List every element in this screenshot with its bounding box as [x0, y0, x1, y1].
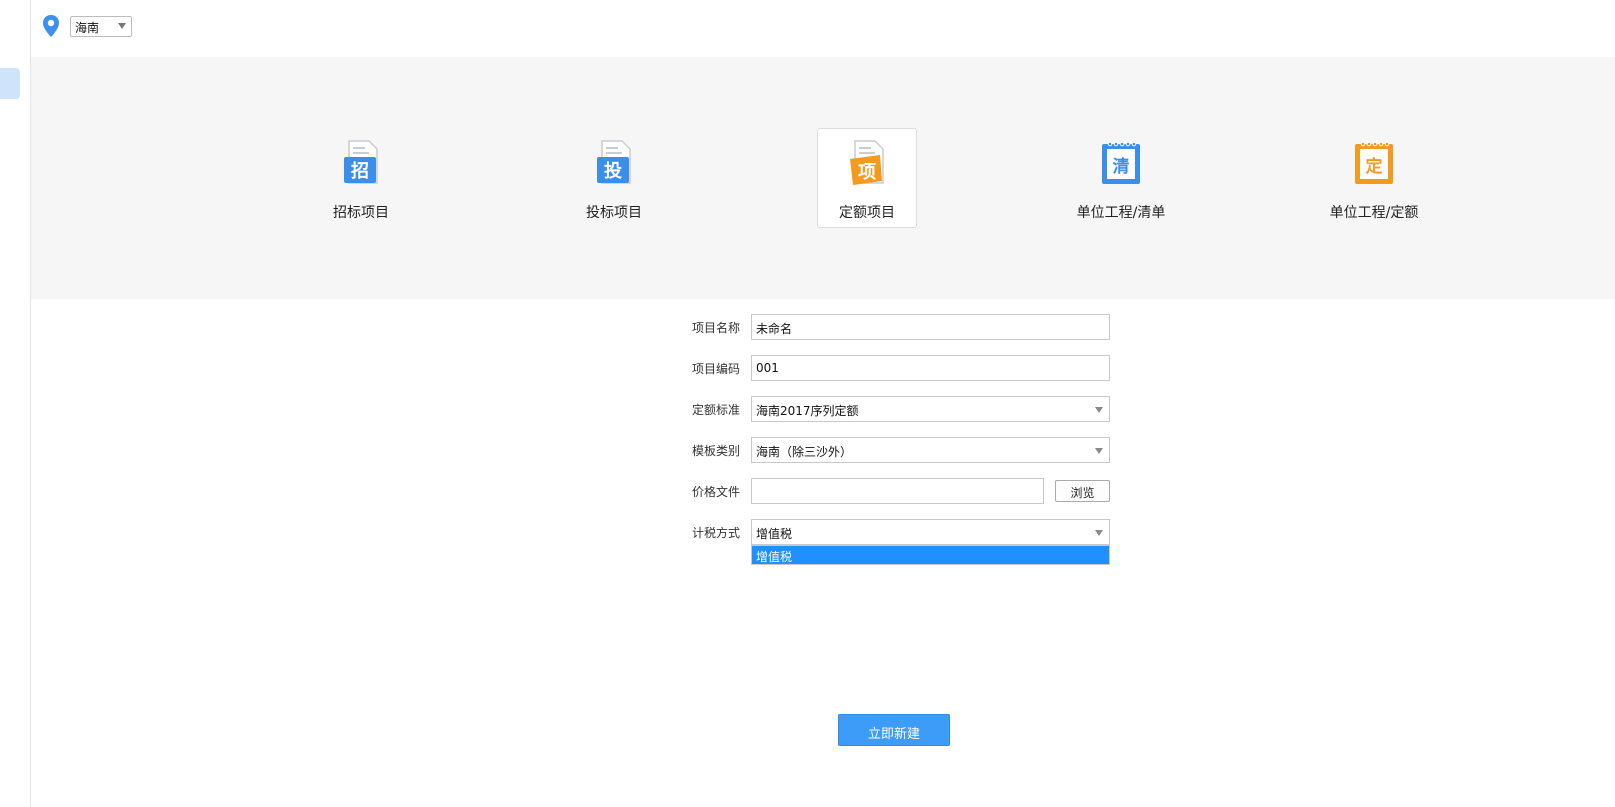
document-icon: 项: [850, 140, 884, 185]
rail-tab-active[interactable]: [0, 68, 20, 99]
type-card-label: 单位工程/定额: [1329, 205, 1419, 221]
template-category-row: 模板类别 海南（除三沙外）: [680, 437, 1110, 463]
left-rail: [0, 0, 31, 807]
price-file-label: 价格文件: [691, 485, 740, 499]
template-category-value: 海南（除三沙外）: [756, 445, 853, 459]
type-icon-glyph: 招: [351, 160, 369, 182]
quota-standard-label: 定额标准: [691, 403, 740, 417]
type-card-quota[interactable]: 项 定额项目: [817, 128, 917, 228]
price-file-input[interactable]: [751, 478, 1044, 504]
project-code-input[interactable]: 001: [751, 355, 1110, 381]
region-select-value: 海南: [75, 21, 100, 35]
template-category-label: 模板类别: [691, 444, 740, 458]
quota-standard-select[interactable]: 海南2017序列定额: [751, 396, 1110, 422]
chevron-down-icon: [118, 23, 126, 29]
project-name-label: 项目名称: [691, 321, 740, 335]
chevron-down-icon: [1095, 530, 1103, 536]
notebook-icon: 定: [1355, 141, 1393, 184]
type-card-unit-list[interactable]: 清 单位工程/清单: [1071, 128, 1171, 228]
project-code-row: 项目编码 001: [680, 355, 1110, 381]
type-card-label: 招标项目: [333, 205, 389, 221]
type-card-bid[interactable]: 投 投标项目: [564, 128, 664, 228]
top-bar: 海南: [31, 0, 1615, 57]
type-card-unit-quota[interactable]: 定 单位工程/定额: [1324, 128, 1424, 228]
tax-method-select[interactable]: 增值税: [751, 519, 1110, 545]
browse-button[interactable]: 浏览: [1055, 480, 1110, 502]
tax-method-value: 增值税: [756, 527, 793, 541]
project-type-panel: 招 招标项目 投 投标项目 项 定额项目 清 单位工程/清单 定 单位工程/定额: [31, 57, 1615, 299]
type-icon-glyph: 投: [604, 160, 622, 182]
type-card-label: 单位工程/清单: [1076, 205, 1166, 221]
price-file-row: 价格文件 浏览: [680, 478, 1110, 504]
document-icon: 投: [597, 140, 631, 184]
chevron-down-icon: [1095, 448, 1103, 454]
project-name-input[interactable]: 未命名: [751, 314, 1110, 340]
type-card-tender[interactable]: 招 招标项目: [311, 128, 411, 228]
notebook-icon: 清: [1102, 141, 1140, 184]
project-code-label: 项目编码: [691, 362, 740, 376]
type-card-label: 投标项目: [586, 205, 642, 221]
location-pin-icon: [43, 15, 59, 37]
type-icon-glyph: 项: [858, 162, 876, 183]
create-now-button[interactable]: 立即新建: [838, 714, 950, 746]
quota-standard-value: 海南2017序列定额: [756, 404, 859, 418]
project-name-row: 项目名称 未命名: [680, 314, 1110, 340]
tax-method-dropdown: 增值税: [751, 545, 1110, 565]
tax-method-label: 计税方式: [691, 526, 740, 540]
document-icon: 招: [344, 140, 378, 184]
dropdown-option-vat[interactable]: 增值税: [752, 546, 1109, 564]
quota-standard-row: 定额标准 海南2017序列定额: [680, 396, 1110, 422]
template-category-select[interactable]: 海南（除三沙外）: [751, 437, 1110, 463]
chevron-down-icon: [1095, 407, 1103, 413]
type-icon-glyph: 定: [1366, 156, 1383, 177]
tax-method-row: 计税方式 增值税 增值税: [680, 519, 1110, 565]
type-icon-glyph: 清: [1113, 156, 1130, 177]
type-card-label: 定额项目: [839, 205, 895, 221]
region-select[interactable]: 海南: [70, 16, 132, 37]
